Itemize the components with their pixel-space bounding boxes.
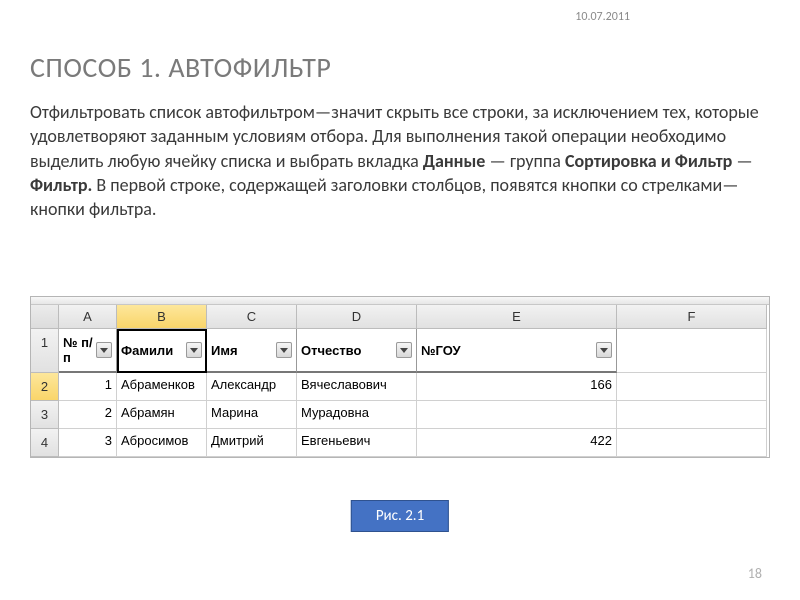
filter-dropdown-icon[interactable] [186, 342, 202, 358]
bold-text: Фильтр. [30, 174, 92, 196]
cell-f2[interactable] [617, 373, 767, 401]
page-number: 18 [748, 565, 762, 582]
filter-header-gou[interactable]: №ГОУ [417, 329, 617, 373]
col-header-e[interactable]: E [417, 305, 617, 329]
col-header-b[interactable]: B [117, 305, 207, 329]
cell-c4[interactable]: Дмитрий [207, 429, 297, 457]
row-header-4[interactable]: 4 [31, 429, 59, 457]
paragraph: Отфильтровать список автофильтром—значит… [30, 100, 765, 221]
cell-b4[interactable]: Абросимов [117, 429, 207, 457]
cell-c3[interactable]: Марина [207, 401, 297, 429]
text: — [736, 150, 752, 172]
corner-cell[interactable] [31, 305, 59, 329]
row-header-3[interactable]: 3 [31, 401, 59, 429]
filter-dropdown-icon[interactable] [596, 342, 612, 358]
text: В первой строке, содержащей заголовки ст… [30, 174, 739, 220]
cell-c2[interactable]: Александр [207, 373, 297, 401]
cell-b3[interactable]: Абрамян [117, 401, 207, 429]
cell-f3[interactable] [617, 401, 767, 429]
spreadsheet-grid: A B C D E F 1 № п/п Фамили Имя Отчество … [31, 305, 769, 457]
cell-e2[interactable]: 166 [417, 373, 617, 401]
cell-a4[interactable]: 3 [59, 429, 117, 457]
cell-a2[interactable]: 1 [59, 373, 117, 401]
bold-text: Данные [423, 150, 486, 172]
col-header-c[interactable]: C [207, 305, 297, 329]
header-label: Имя [211, 343, 238, 358]
col-header-a[interactable]: A [59, 305, 117, 329]
header-label: № п/п [63, 335, 96, 365]
cell-d3[interactable]: Мурадовна [297, 401, 417, 429]
excel-table: A B C D E F 1 № п/п Фамили Имя Отчество … [30, 296, 770, 458]
row-header-2[interactable]: 2 [31, 373, 59, 401]
col-header-f[interactable]: F [617, 305, 767, 329]
cell-d4[interactable]: Евгеньевич [297, 429, 417, 457]
cell-d2[interactable]: Вячеславович [297, 373, 417, 401]
row-header-1[interactable]: 1 [31, 329, 59, 373]
cell-e3[interactable] [417, 401, 617, 429]
filter-header-npp[interactable]: № п/п [59, 329, 117, 373]
filter-header-otch[interactable]: Отчество [297, 329, 417, 373]
filter-dropdown-icon[interactable] [396, 342, 412, 358]
figure-caption: Рис. 2.1 [351, 500, 449, 532]
cell-a3[interactable]: 2 [59, 401, 117, 429]
filter-header-imya[interactable]: Имя [207, 329, 297, 373]
header-label: №ГОУ [421, 343, 461, 358]
cell-b2[interactable]: Абраменков [117, 373, 207, 401]
col-header-d[interactable]: D [297, 305, 417, 329]
filter-dropdown-icon[interactable] [96, 342, 112, 358]
cell-e4[interactable]: 422 [417, 429, 617, 457]
cell-f1[interactable] [617, 329, 767, 373]
header-label: Фамили [121, 343, 173, 358]
cell-f4[interactable] [617, 429, 767, 457]
header-label: Отчество [301, 343, 361, 358]
bold-text: Сортировка и Фильтр [565, 150, 732, 172]
table-topbar [31, 297, 769, 305]
text: — группа [489, 150, 565, 172]
filter-header-fam[interactable]: Фамили [117, 329, 207, 373]
filter-dropdown-icon[interactable] [276, 342, 292, 358]
date: 10.07.2011 [575, 10, 630, 24]
page-title: СПОСОБ 1. АВТОФИЛЬТР [30, 50, 331, 85]
